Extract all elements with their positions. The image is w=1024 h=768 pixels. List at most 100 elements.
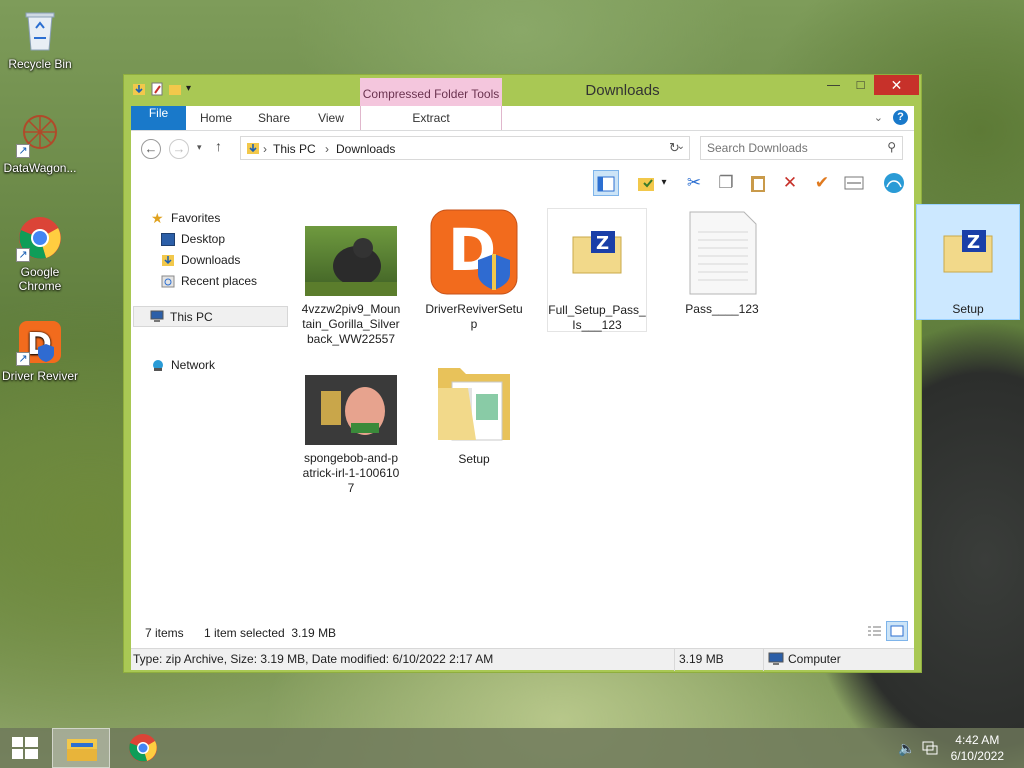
text-document-icon xyxy=(676,208,768,296)
windows-logo-icon xyxy=(12,737,38,759)
file-name: Setup xyxy=(458,452,490,466)
spongebob-image-thumbnail xyxy=(305,375,397,445)
shortcut-arrow-icon: ↗ xyxy=(16,352,30,366)
folder-check-icon[interactable] xyxy=(633,170,659,196)
paste-icon[interactable] xyxy=(745,170,771,196)
explorer-window: ▾ Compressed Folder Tools Downloads — □ … xyxy=(123,74,1020,673)
shell-icon[interactable] xyxy=(881,170,907,196)
title-bar[interactable]: ▾ Compressed Folder Tools Downloads — □ … xyxy=(124,75,921,108)
tab-share[interactable]: Share xyxy=(251,106,297,130)
command-toolbar: ▾ ✂ ❐ ✕ ✔ xyxy=(131,166,914,198)
breadcrumb-downloads[interactable]: Downloads xyxy=(336,142,395,156)
nav-label: Downloads xyxy=(181,253,241,267)
forward-button[interactable]: → xyxy=(169,139,189,159)
clock-date: 6/10/2022 xyxy=(950,749,1004,763)
tab-home[interactable]: Home xyxy=(193,106,239,130)
volume-muted-icon[interactable]: 🔈 xyxy=(898,740,915,757)
downloads-icon xyxy=(161,254,175,267)
chevron-right-icon: › xyxy=(325,142,329,156)
file-item[interactable]: 4vzzw2piv9_Mountain_Gorilla_Silverback_W… xyxy=(301,226,401,347)
taskbar-chrome[interactable] xyxy=(114,728,172,768)
status-bar: 7 items 1 item selected 3.19 MB xyxy=(131,618,914,648)
divider xyxy=(674,649,675,671)
zip-folder-icon: Z xyxy=(551,209,643,297)
navigation-pane: ★ Favorites Desktop Downloads Recent pla… xyxy=(131,198,291,618)
desktop-icon-recycle-bin[interactable]: Recycle Bin xyxy=(0,6,80,71)
driver-reviver-icon: D xyxy=(428,208,520,296)
search-icon[interactable]: ⚲ xyxy=(887,140,896,154)
up-button[interactable]: ↑ xyxy=(215,138,222,154)
breadcrumb-this-pc[interactable]: This PC xyxy=(273,142,316,156)
svg-text:Z: Z xyxy=(967,232,980,253)
file-name: Setup xyxy=(952,302,984,316)
preview-pane-icon[interactable] xyxy=(593,170,619,196)
tab-view[interactable]: View xyxy=(308,106,354,130)
nav-favorites[interactable]: ★ Favorites xyxy=(151,209,220,226)
network-tray-icon[interactable] xyxy=(922,740,938,759)
expand-ribbon-icon[interactable]: ⌄ xyxy=(874,111,883,124)
file-explorer-icon xyxy=(67,739,97,761)
star-icon: ★ xyxy=(151,209,164,226)
copy-icon[interactable]: ❐ xyxy=(713,170,739,196)
refresh-icon[interactable]: ↻ xyxy=(669,140,680,156)
nav-network[interactable]: Network xyxy=(151,358,215,372)
recent-locations-icon[interactable]: ▾ xyxy=(197,142,202,153)
desktop-icon-label: Recycle Bin xyxy=(8,57,72,71)
minimize-button[interactable]: — xyxy=(820,75,847,95)
desktop-icon-label: Driver Reviver xyxy=(1,369,78,383)
nav-recent-places[interactable]: Recent places xyxy=(161,274,257,288)
cut-icon[interactable]: ✂ xyxy=(681,170,707,196)
taskbar: 🔈 4:42 AM 6/10/2022 xyxy=(0,728,1024,768)
back-button[interactable]: ← xyxy=(141,139,161,159)
recycle-bin-icon xyxy=(16,6,64,54)
folder-options-dropdown-icon[interactable]: ▾ xyxy=(657,170,671,196)
file-item[interactable]: spongebob-and-patrick-irl-1-1006107 xyxy=(301,375,401,496)
computer-icon xyxy=(768,652,784,669)
file-details: Type: zip Archive, Size: 3.19 MB, Date m… xyxy=(133,652,494,666)
nav-label: Network xyxy=(171,358,216,372)
location-label: Computer xyxy=(788,652,841,666)
nav-downloads[interactable]: Downloads xyxy=(161,253,240,267)
rename-check-icon[interactable]: ✔ xyxy=(809,170,835,196)
file-item[interactable]: Z Setup xyxy=(918,208,1018,317)
file-item[interactable]: Pass____123 xyxy=(672,208,772,317)
zip-folder-icon: Z xyxy=(922,208,1014,296)
nav-label: This PC xyxy=(170,309,213,324)
taskbar-file-explorer[interactable] xyxy=(52,728,110,768)
desktop-icon-google-chrome[interactable]: ↗ Google Chrome xyxy=(0,214,80,293)
svg-text:Z: Z xyxy=(596,233,609,254)
start-button[interactable] xyxy=(0,728,58,768)
chevron-right-icon: › xyxy=(263,142,267,156)
desktop-icon-datawagon[interactable]: ↗ DataWagon... xyxy=(0,110,80,175)
file-list: 4vzzw2piv9_Mountain_Gorilla_Silverback_W… xyxy=(291,198,1020,618)
gorilla-image-thumbnail xyxy=(305,226,397,296)
file-item[interactable]: Setup xyxy=(424,358,524,467)
nav-desktop[interactable]: Desktop xyxy=(161,232,225,246)
ribbon-tabs: File Home Share View Extract ⌄ ? xyxy=(131,106,914,130)
delete-icon[interactable]: ✕ xyxy=(777,170,803,196)
window-title: Downloads xyxy=(585,82,660,99)
datawagon-icon: ↗ xyxy=(16,110,64,158)
file-item[interactable]: D DriverReviverSetup xyxy=(424,208,524,332)
large-icons-view-icon[interactable] xyxy=(886,621,908,641)
tab-extract[interactable]: Extract xyxy=(360,106,502,130)
file-item[interactable]: Z Full_Setup_Pass_Is___123 xyxy=(547,208,647,332)
computer-icon xyxy=(150,310,164,323)
nav-this-pc[interactable]: This PC xyxy=(133,306,288,327)
address-bar[interactable]: › This PC › Downloads ⌄ xyxy=(240,136,690,160)
tab-file[interactable]: File xyxy=(131,106,186,130)
selection-info: 1 item selected 3.19 MB xyxy=(204,626,337,640)
desktop-icon-driver-reviver[interactable]: D ↗ Driver Reviver xyxy=(0,318,80,383)
maximize-button[interactable]: □ xyxy=(847,75,874,95)
properties-window-icon[interactable] xyxy=(841,170,867,196)
clock-time: 4:42 AM xyxy=(955,733,1000,747)
file-name: DriverReviverSetup xyxy=(425,302,523,331)
clock[interactable]: 4:42 AM 6/10/2022 xyxy=(951,732,1004,764)
help-icon[interactable]: ? xyxy=(893,110,908,125)
close-button[interactable]: ✕ xyxy=(874,75,919,95)
downloads-location-icon xyxy=(246,141,260,158)
details-view-icon[interactable] xyxy=(866,624,882,643)
file-name: 4vzzw2piv9_Mountain_Gorilla_Silverback_W… xyxy=(301,302,401,346)
search-input[interactable] xyxy=(707,140,872,156)
address-bar-area: ← → ▾ ↑ › This PC › Downloads ⌄ ↻ ⚲ xyxy=(131,130,914,166)
